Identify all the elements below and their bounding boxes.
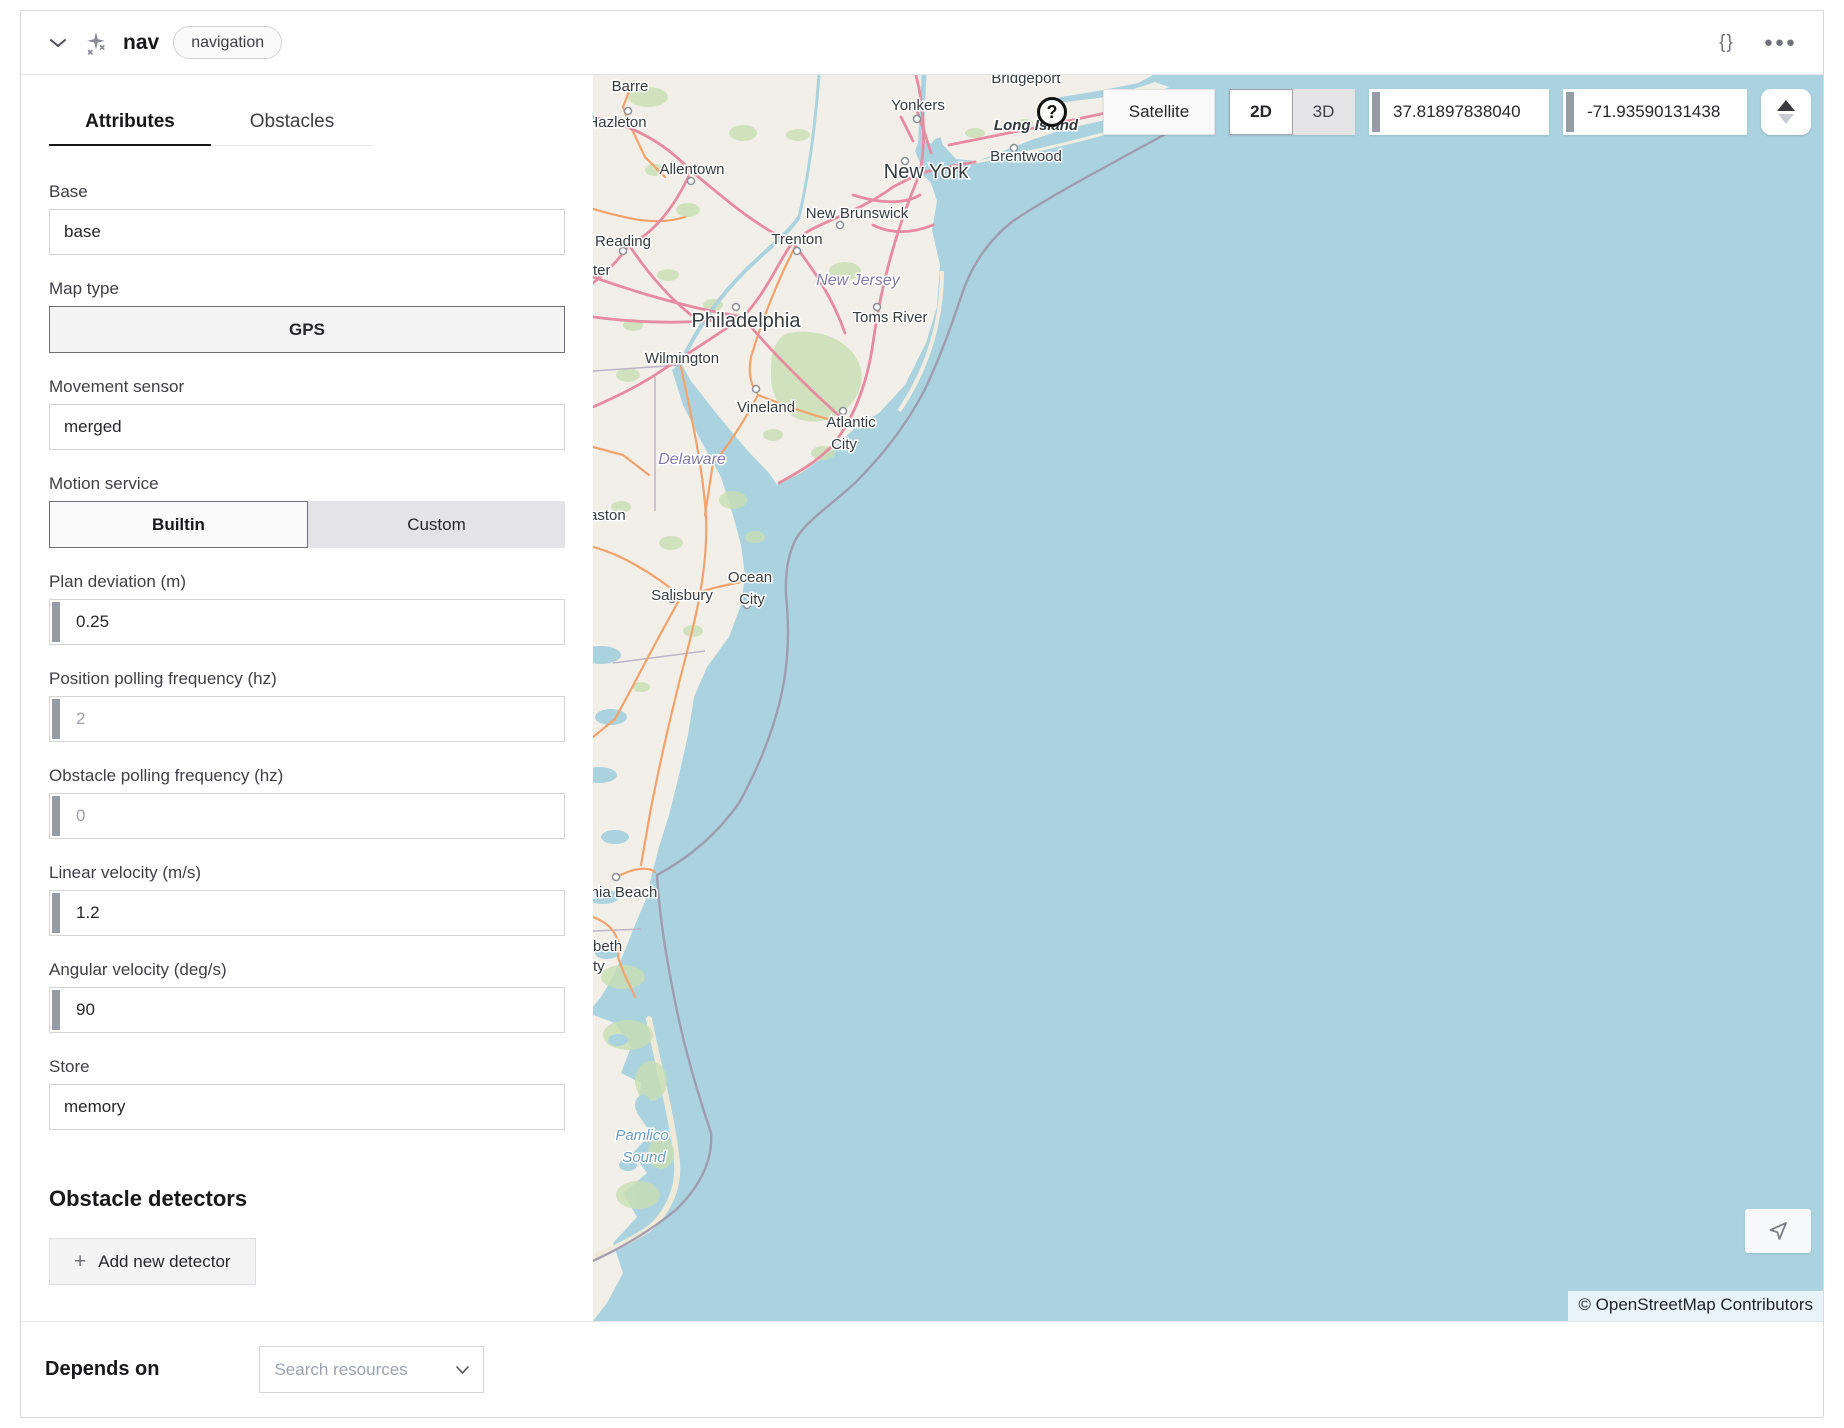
view-2d-button[interactable]: 2D: [1229, 89, 1293, 135]
linear-velocity-input[interactable]: [49, 890, 565, 936]
base-field: [49, 209, 565, 255]
stepper-up-icon: [1777, 100, 1795, 111]
map-container: BarreHazletonYonkersBridgeportLong Islan…: [593, 75, 1823, 1321]
base-label: Base: [49, 182, 565, 202]
more-menu-icon[interactable]: ●●●: [1764, 34, 1797, 51]
map-label: Hazleton: [593, 114, 647, 131]
map-label: aston: [593, 507, 626, 524]
map-label: Trenton: [771, 231, 822, 248]
latitude-input[interactable]: [1369, 89, 1549, 135]
plan-deviation-label: Plan deviation (m): [49, 572, 565, 592]
latitude-field: [1369, 89, 1549, 135]
map-label: Salisbury: [651, 587, 713, 604]
map-label: City: [739, 591, 765, 608]
map-label: Allentown: [659, 161, 724, 178]
tab-obstacles[interactable]: Obstacles: [211, 101, 373, 146]
resource-title: nav: [123, 31, 159, 55]
navigation-service-icon: [83, 30, 109, 56]
map-label: Delaware: [658, 451, 726, 468]
json-mode-icon[interactable]: {}: [1719, 32, 1734, 54]
longitude-field: [1563, 89, 1747, 135]
resource-header: nav navigation {} ●●●: [21, 11, 1823, 75]
store-input[interactable]: [49, 1084, 565, 1130]
map-label: Brentwood: [990, 148, 1062, 165]
angular-velocity-label: Angular velocity (deg/s): [49, 960, 565, 980]
store-field: [49, 1084, 565, 1130]
config-panel: Attributes Obstacles Base Map type GPS M…: [21, 75, 593, 1321]
longitude-input[interactable]: [1563, 89, 1747, 135]
movement-sensor-field: [49, 404, 565, 450]
depends-on-section: Depends on Search resources: [21, 1321, 1823, 1417]
angular-velocity-field: [49, 987, 565, 1033]
movement-sensor-label: Movement sensor: [49, 377, 565, 397]
navigate-arrow-icon: [1766, 1219, 1790, 1243]
motion-service-toggle: Builtin Custom: [49, 501, 565, 548]
map-label: Wilmington: [645, 350, 719, 367]
base-input[interactable]: [49, 209, 565, 255]
map-label: Toms River: [852, 309, 927, 326]
linear-velocity-label: Linear velocity (m/s): [49, 863, 565, 883]
map-label: ter: [593, 262, 611, 279]
map-attribution: © OpenStreetMap Contributors: [1568, 1291, 1823, 1321]
help-icon[interactable]: ?: [1037, 97, 1067, 127]
position-polling-input[interactable]: [49, 696, 565, 742]
position-polling-field: [49, 696, 565, 742]
linear-velocity-field: [49, 890, 565, 936]
depends-on-label: Depends on: [45, 1358, 159, 1381]
map-label: ginia Beach: [593, 884, 657, 901]
map-svg[interactable]: BarreHazletonYonkersBridgeportLong Islan…: [593, 75, 1823, 1321]
resource-type-badge: navigation: [173, 26, 282, 59]
map-label: Barre: [612, 78, 649, 95]
map-label: City: [831, 436, 857, 453]
map-label: Bridgeport: [991, 75, 1061, 87]
map-label: Vineland: [737, 399, 795, 416]
plan-deviation-input[interactable]: [49, 599, 565, 645]
view-mode-toggle: 2D 3D: [1229, 89, 1355, 135]
recenter-button[interactable]: [1745, 1209, 1811, 1253]
obstacle-detectors-heading: Obstacle detectors: [49, 1186, 565, 1212]
tab-bar: Attributes Obstacles: [49, 101, 373, 146]
map-label: New Jersey: [816, 272, 901, 289]
plan-deviation-field: [49, 599, 565, 645]
tab-attributes[interactable]: Attributes: [49, 101, 211, 146]
chevron-down-icon: [456, 1361, 469, 1379]
position-polling-label: Position polling frequency (hz): [49, 669, 565, 689]
map-label: Sound: [622, 1149, 666, 1166]
map-label: Pamlico: [615, 1127, 668, 1144]
map-label: Ocean: [728, 569, 772, 586]
obstacle-polling-label: Obstacle polling frequency (hz): [49, 766, 565, 786]
main-row: Attributes Obstacles Base Map type GPS M…: [21, 75, 1823, 1321]
angular-velocity-input[interactable]: [49, 987, 565, 1033]
motion-service-builtin[interactable]: Builtin: [49, 501, 308, 548]
store-label: Store: [49, 1057, 565, 1077]
motion-service-custom[interactable]: Custom: [308, 501, 565, 548]
depends-on-select[interactable]: Search resources: [259, 1346, 484, 1393]
obstacle-polling-input[interactable]: [49, 793, 565, 839]
map-type-label: Map type: [49, 279, 565, 299]
map-label: ty: [593, 958, 605, 975]
obstacle-polling-field: [49, 793, 565, 839]
map-label: Philadelphia: [692, 310, 802, 332]
map-controls: ? Satellite 2D 3D: [1037, 89, 1811, 135]
map-label: beth: [593, 938, 622, 955]
map-label: Atlantic: [826, 414, 876, 431]
collapse-chevron-icon[interactable]: [47, 32, 69, 54]
motion-service-label: Motion service: [49, 474, 565, 494]
movement-sensor-input[interactable]: [49, 404, 565, 450]
satellite-button[interactable]: Satellite: [1103, 89, 1215, 135]
resource-card: nav navigation {} ●●● Attributes Obstacl…: [20, 10, 1824, 1418]
view-3d-button[interactable]: 3D: [1293, 89, 1355, 135]
map-label: Yonkers: [891, 97, 945, 114]
stepper-down-icon: [1778, 114, 1794, 124]
map-label: New York: [884, 161, 969, 183]
add-detector-button[interactable]: + Add new detector: [49, 1238, 256, 1285]
map-label: New Brunswick: [806, 205, 909, 222]
zoom-stepper[interactable]: [1761, 89, 1811, 135]
search-resources-placeholder: Search resources: [274, 1360, 456, 1380]
map-label: Reading: [595, 233, 651, 250]
map-type-gps-button[interactable]: GPS: [49, 306, 565, 353]
plus-icon: +: [74, 1250, 86, 1274]
add-detector-label: Add new detector: [98, 1252, 230, 1272]
